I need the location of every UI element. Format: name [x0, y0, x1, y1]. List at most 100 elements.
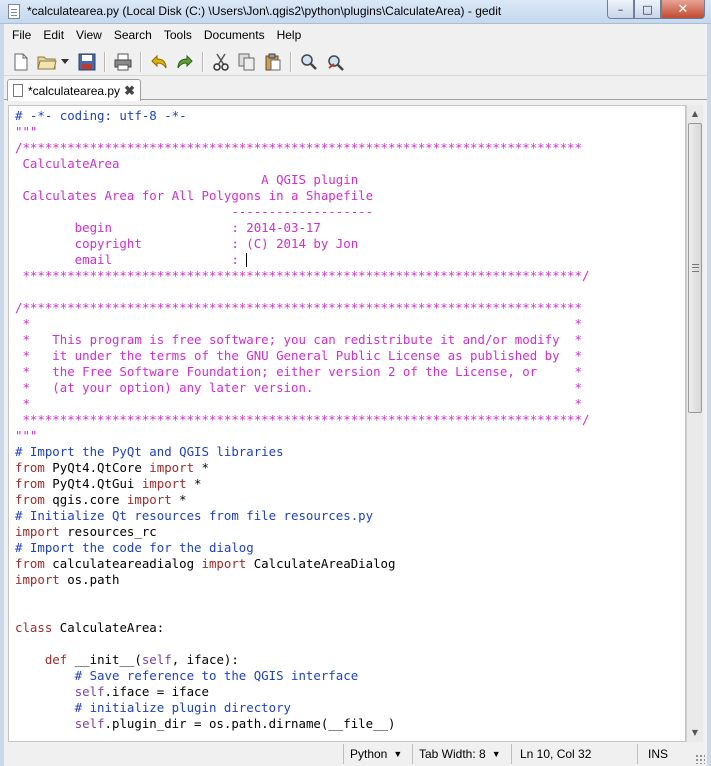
code-token: # Save reference to the QGIS interface [15, 668, 359, 683]
scrollbar-thumb[interactable] [688, 123, 702, 413]
code-line: from qgis.core import * [15, 492, 589, 508]
menu-edit[interactable]: Edit [37, 24, 70, 46]
replace-button[interactable] [324, 51, 346, 73]
undo-icon [151, 54, 167, 68]
print-button[interactable] [112, 51, 134, 73]
code-line: import resources_rc [15, 524, 589, 540]
gedit-window: File Edit View Search Tools Documents He… [4, 24, 707, 766]
code-token: begin : 2014-03-17 [15, 220, 321, 235]
file-icon [13, 84, 23, 97]
window-controls: – □ ✕ [607, 0, 705, 19]
code-token: /***************************************… [15, 140, 582, 155]
scroll-up-icon[interactable]: ▲ [689, 107, 701, 121]
code-line: # Import the code for the dialog [15, 540, 589, 556]
code-token: # Import the code for the dialog [15, 540, 254, 555]
menu-view[interactable]: View [70, 24, 108, 46]
code-line: from calculateareadialog import Calculat… [15, 556, 589, 572]
code-token: * [186, 476, 202, 491]
scroll-down-icon[interactable]: ▼ [689, 726, 701, 740]
code-token: from [15, 492, 45, 507]
code-line: * * [15, 316, 589, 332]
code-token: ****************************************… [15, 268, 590, 283]
code-token: * * [15, 316, 582, 331]
language-selector[interactable]: Python ▼ [343, 744, 411, 764]
code-line: email : [15, 252, 589, 268]
code-token: self [74, 684, 105, 699]
close-button[interactable]: ✕ [661, 0, 705, 19]
open-button[interactable] [36, 51, 58, 73]
replace-icon [328, 54, 344, 71]
document-icon [8, 4, 20, 19]
code-token: resources_rc [59, 524, 157, 539]
save-icon [78, 53, 96, 70]
code-token: copyright : (C) 2014 by Jon [15, 236, 359, 251]
code-token: import [149, 460, 195, 475]
code-line: from PyQt4.QtGui import * [15, 476, 589, 492]
toolbar-separator [290, 51, 292, 72]
code-token: * This program is free software; you can… [15, 332, 582, 347]
code-line: # Import the PyQt and QGIS libraries [15, 444, 589, 460]
undo-button[interactable] [148, 51, 170, 73]
code-line: ****************************************… [15, 268, 589, 284]
resize-grip-icon[interactable] [695, 754, 705, 764]
vertical-scrollbar[interactable]: ▲ ▼ [686, 105, 703, 742]
code-line: # initialize plugin directory [15, 700, 589, 716]
menu-help[interactable]: Help [271, 24, 308, 46]
code-line: self.iface = iface [15, 684, 589, 700]
code-line: Calculates Area for All Polygons in a Sh… [15, 188, 589, 204]
code-token: ------------------- [15, 204, 374, 219]
find-button[interactable] [298, 51, 320, 73]
open-folder-icon [37, 56, 57, 69]
code-token: .iface = iface [104, 684, 209, 699]
tab-label: *calculatearea.py [28, 83, 121, 98]
menu-documents[interactable]: Documents [198, 24, 271, 46]
code-line: * the Free Software Foundation; either v… [15, 364, 589, 380]
language-label: Python [350, 747, 388, 761]
print-icon [114, 53, 132, 70]
maximize-button[interactable]: □ [634, 0, 661, 19]
code-token: __init__( [67, 652, 142, 667]
tab-calculatearea[interactable]: *calculatearea.py ✖ [7, 79, 141, 101]
code-line: A QGIS plugin [15, 172, 589, 188]
code-line: # Initialize Qt resources from file reso… [15, 508, 589, 524]
code-line: """ [15, 428, 589, 444]
code-line: def __init__(self, iface): [15, 652, 589, 668]
code-editor[interactable]: # -*- coding: utf-8 -*- """/*************… [8, 105, 686, 742]
code-token: PyQt4.QtCore [44, 460, 150, 475]
code-line: import os.path [15, 572, 589, 588]
code-token: import [201, 556, 247, 571]
toolbar [4, 48, 707, 76]
tab-close-icon[interactable]: ✖ [124, 83, 135, 99]
code-token: """ [15, 124, 38, 139]
copy-button[interactable] [236, 51, 258, 73]
open-recent-dropdown[interactable] [60, 51, 70, 73]
menu-search[interactable]: Search [108, 24, 158, 46]
window-title: *calculatearea.py (Local Disk (C:) \User… [27, 4, 502, 18]
cut-button[interactable] [210, 51, 232, 73]
code-token: # Initialize Qt resources from file reso… [15, 508, 374, 523]
dropdown-arrow-icon: ▼ [491, 749, 501, 759]
new-document-button[interactable] [10, 51, 32, 73]
menu-tools[interactable]: Tools [158, 24, 198, 46]
menu-file[interactable]: File [4, 24, 37, 46]
save-button[interactable] [76, 51, 98, 73]
cut-icon [213, 53, 229, 71]
text-cursor [246, 253, 248, 267]
code-token: calculateareadialog [44, 556, 202, 571]
code-token: * [194, 460, 209, 475]
code-line: /***************************************… [15, 140, 589, 156]
tab-width-selector[interactable]: Tab Width: 8 ▼ [412, 744, 510, 764]
new-document-icon [14, 53, 28, 70]
code-token: CalculateArea: [52, 620, 165, 635]
code-line: * it under the terms of the GNU General … [15, 348, 589, 364]
code-line: begin : 2014-03-17 [15, 220, 589, 236]
paste-button[interactable] [262, 51, 284, 73]
minimize-button[interactable]: – [607, 0, 634, 19]
document-tabs: *calculatearea.py ✖ [4, 77, 707, 101]
redo-button[interactable] [174, 51, 196, 73]
